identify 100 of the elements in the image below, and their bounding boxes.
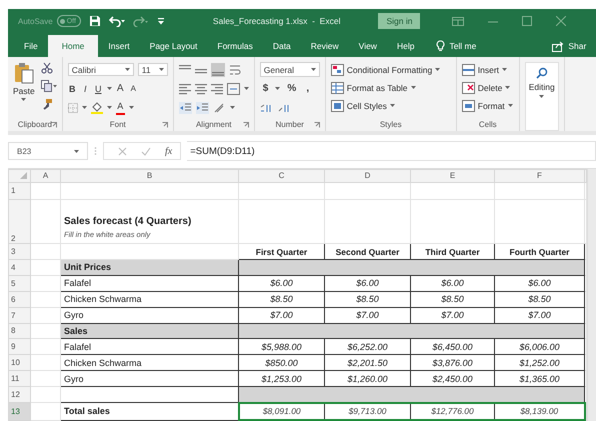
caret-icon[interactable] xyxy=(106,87,112,90)
currency-button[interactable]: $ xyxy=(260,82,272,96)
row-header[interactable]: 2 xyxy=(8,199,30,244)
value-cell: $850.00 xyxy=(238,354,324,371)
align-center-icon[interactable] xyxy=(194,82,207,94)
save-icon[interactable] xyxy=(88,15,101,27)
dialog-launcher-icon[interactable] xyxy=(314,122,320,128)
orientation-icon[interactable] xyxy=(212,102,226,114)
dialog-launcher-icon[interactable] xyxy=(242,122,249,128)
editing-button[interactable]: Editing xyxy=(524,62,559,131)
ribbon-tab[interactable]: File xyxy=(14,35,48,57)
column-header[interactable]: F xyxy=(494,170,584,182)
italic-button[interactable]: I xyxy=(80,82,90,96)
group-label: Number xyxy=(276,120,304,129)
align-right-icon[interactable] xyxy=(210,82,223,94)
font-color-button[interactable]: A xyxy=(116,100,125,114)
borders-icon[interactable] xyxy=(68,102,78,112)
customize-icon[interactable] xyxy=(156,17,165,25)
ribbon-display-icon[interactable] xyxy=(452,16,464,26)
decrease-indent-icon[interactable] xyxy=(178,102,192,114)
row-header[interactable]: 1 xyxy=(8,182,30,200)
sign-in-button[interactable]: Sign in xyxy=(378,13,420,29)
row-header[interactable]: 8 xyxy=(8,323,30,339)
insert-function-button[interactable]: fx xyxy=(165,146,172,156)
underline-button[interactable]: U xyxy=(94,82,103,96)
scissors-icon[interactable] xyxy=(40,62,53,74)
section-label: Unit Prices xyxy=(60,260,238,276)
styles-menu-button[interactable]: Cell Styles xyxy=(330,98,395,113)
ribbon-tab[interactable]: Data xyxy=(262,35,301,57)
column-header[interactable]: D xyxy=(324,170,410,182)
ribbon-tab[interactable]: View xyxy=(348,35,387,57)
bold-button[interactable]: B xyxy=(68,82,77,96)
row-header[interactable]: 12 xyxy=(8,386,30,403)
ribbon-tab[interactable]: Review xyxy=(300,35,349,57)
percent-button[interactable]: % xyxy=(284,82,300,96)
fill-color-icon[interactable] xyxy=(90,102,103,114)
row-header[interactable]: 11 xyxy=(8,370,30,386)
font-size-dropdown[interactable]: 11 xyxy=(138,63,168,76)
column-header[interactable]: E xyxy=(410,170,494,182)
formula-field[interactable]: =SUM(D9:D11) xyxy=(187,141,596,161)
row-header[interactable]: 13 xyxy=(8,402,30,420)
row-header[interactable]: 7 xyxy=(8,307,30,323)
caret-icon xyxy=(435,68,440,71)
copy-icon[interactable] xyxy=(40,80,57,92)
align-bottom-icon[interactable] xyxy=(210,62,225,76)
ribbon-tab[interactable]: Page Layout xyxy=(140,35,208,57)
decrease-font-size-button[interactable]: A xyxy=(128,82,138,96)
styles-menu-button[interactable]: Conditional Formatting xyxy=(330,62,440,77)
caret-icon[interactable] xyxy=(106,106,112,109)
increase-font-size-button[interactable]: A xyxy=(116,82,125,96)
font-name-dropdown[interactable]: Calibri xyxy=(68,63,134,76)
undo-icon[interactable] xyxy=(108,15,125,27)
maximize-icon[interactable] xyxy=(522,16,532,26)
caret-icon[interactable] xyxy=(230,106,235,109)
cell-styles-icon xyxy=(330,100,344,112)
column-header[interactable]: C xyxy=(238,170,324,182)
tell-me-button[interactable]: Tell me xyxy=(426,35,486,57)
ribbon-tab[interactable]: Help xyxy=(386,35,424,57)
paste-button[interactable]: Paste xyxy=(13,60,35,118)
dialog-launcher-icon[interactable] xyxy=(162,122,168,128)
name-box[interactable]: B23 xyxy=(8,142,88,160)
cells-menu-button[interactable]: Format xyxy=(462,98,513,113)
caret-icon xyxy=(502,68,508,71)
format-painter-icon[interactable] xyxy=(40,98,53,110)
cells-menu-button[interactable]: Delete xyxy=(462,80,510,95)
caret-icon[interactable] xyxy=(128,106,134,109)
comma-style-button[interactable]: , xyxy=(303,82,312,96)
ribbon-tab[interactable]: Home xyxy=(48,35,98,57)
format-icon xyxy=(462,100,475,112)
caret-icon[interactable] xyxy=(275,87,280,90)
cells-menu-button[interactable]: Insert xyxy=(462,62,508,77)
number-format-dropdown[interactable]: General xyxy=(260,62,320,77)
check-icon[interactable] xyxy=(141,146,151,156)
column-header[interactable]: A xyxy=(30,170,60,182)
value-cell: $12,776.00 xyxy=(410,402,494,420)
column-header[interactable]: B xyxy=(60,170,238,182)
group-label: Styles xyxy=(380,120,402,129)
caret-icon[interactable] xyxy=(244,87,249,90)
increase-indent-icon[interactable] xyxy=(196,102,209,114)
row-header[interactable]: 6 xyxy=(8,291,30,308)
value-cell: $1,252.00 xyxy=(494,354,584,371)
share-icon xyxy=(552,40,564,52)
delete-icon xyxy=(462,82,475,94)
row-header[interactable]: 10 xyxy=(8,354,30,371)
wrap-text-icon[interactable] xyxy=(228,64,241,76)
styles-menu-button[interactable]: Format as Table xyxy=(330,80,416,95)
row-header[interactable]: 3 xyxy=(8,244,30,260)
align-left-icon[interactable] xyxy=(178,82,191,94)
row-header[interactable]: 5 xyxy=(8,275,30,292)
ribbon-tab[interactable]: Formulas xyxy=(207,35,263,57)
share-button[interactable]: Shar xyxy=(542,35,586,57)
caret-icon[interactable] xyxy=(82,106,87,109)
merge-cells-icon[interactable] xyxy=(226,82,240,94)
row-header[interactable]: 9 xyxy=(8,338,30,355)
vertical-scrollbar[interactable] xyxy=(587,169,596,421)
ribbon-tab[interactable]: Insert xyxy=(98,35,140,57)
close-icon[interactable] xyxy=(556,16,566,26)
dialog-launcher-icon[interactable] xyxy=(50,122,57,128)
value-cell: $6,450.00 xyxy=(410,338,494,355)
row-header[interactable]: 4 xyxy=(8,260,30,276)
